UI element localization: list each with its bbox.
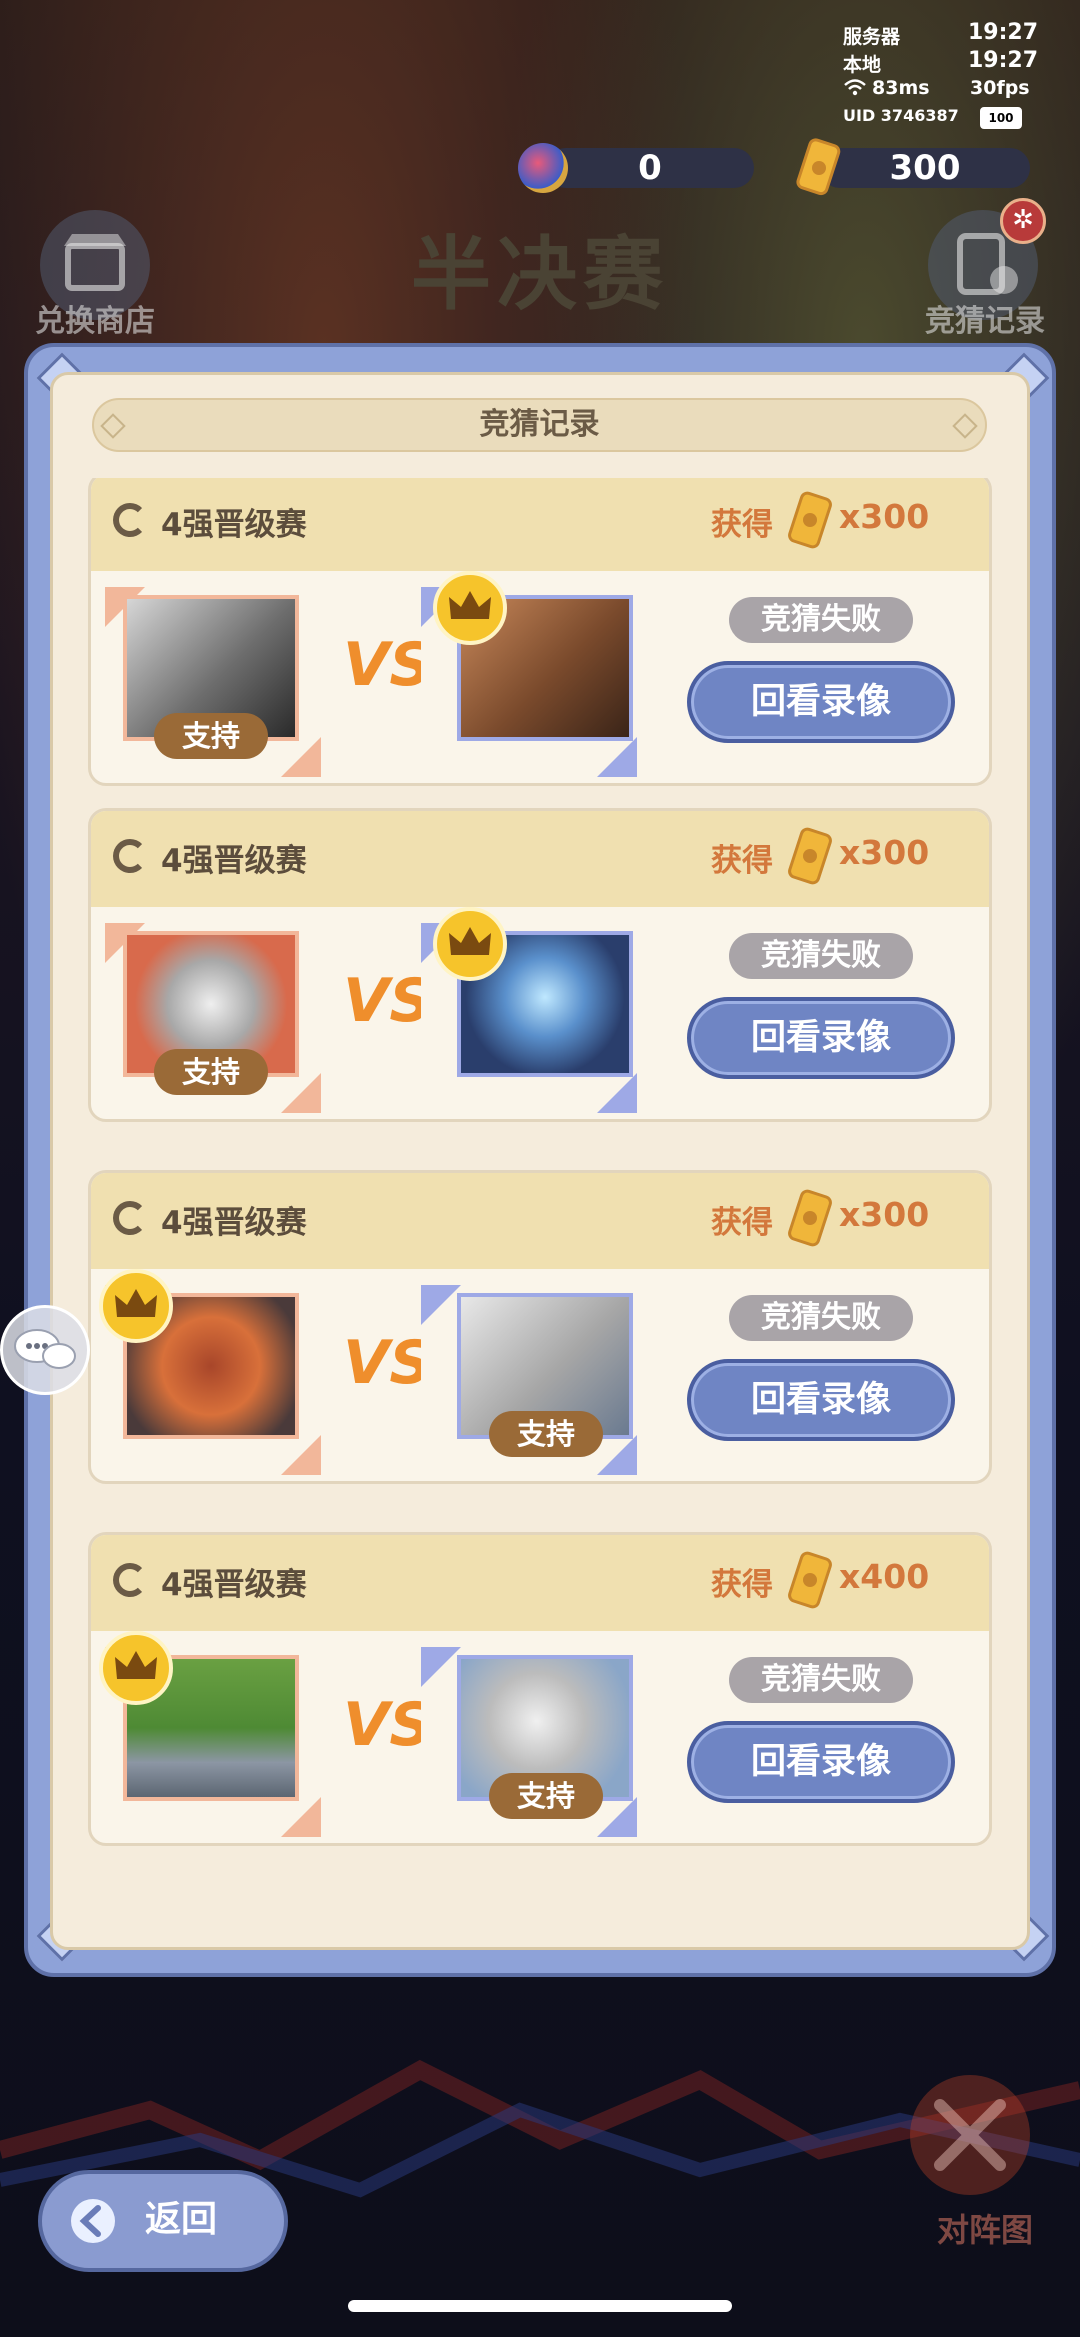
dialog-title: 竞猜记录: [479, 407, 600, 442]
ticket-icon: [796, 138, 841, 196]
local-label: 本地: [843, 54, 882, 76]
server-label: 服务器: [843, 26, 901, 48]
svg-text:VS: VS: [343, 1690, 421, 1760]
home-indicator[interactable]: [348, 2300, 732, 2312]
ticket-icon: [788, 827, 832, 885]
ticket-icon: [788, 1551, 832, 1609]
guess-result-badge: 竞猜失败: [729, 933, 913, 979]
reward-amount: x300: [839, 833, 930, 872]
back-label[interactable]: 返回: [145, 2190, 217, 2242]
wifi-icon: [844, 79, 866, 96]
reward-label: 获得: [711, 1567, 773, 1603]
round-icon: [113, 839, 147, 873]
replay-button[interactable]: 回看录像: [687, 997, 955, 1079]
record-card: 4强晋级赛 获得 x300 支持 VS 竞猜失败 回看录像: [88, 478, 992, 786]
round-icon: [113, 1201, 147, 1235]
stage-title: 半决赛: [411, 228, 669, 321]
ticket-icon: [788, 1189, 832, 1247]
record-card: 4强晋级赛 获得 x300 支持 VS 竞猜失败 回看录像: [88, 808, 992, 1122]
gem-icon: [518, 143, 568, 193]
fps-value: 30fps: [970, 77, 1030, 99]
shop-label[interactable]: 兑换商店: [20, 296, 170, 340]
chat-icon: [14, 1329, 76, 1369]
back-arrow-icon: [71, 2199, 115, 2243]
record-card: 4强晋级赛 获得 x300 VS 支持 竞猜失败 回看录像: [88, 1170, 992, 1484]
round-name: 4强晋级赛: [161, 507, 307, 543]
support-badge: 支持: [154, 713, 268, 759]
bracket-icon[interactable]: [910, 2075, 1030, 2195]
round-name: 4强晋级赛: [161, 1567, 307, 1603]
gem-counter: 0: [546, 148, 754, 188]
records-list[interactable]: 4强晋级赛 获得 x300 支持 VS 竞猜失败 回看录像 4强晋级赛 获得 x…: [88, 478, 992, 1854]
svg-text:VS: VS: [343, 630, 421, 700]
reward-label: 获得: [711, 843, 773, 879]
vs-icon: VS: [343, 630, 421, 700]
reward-amount: x300: [839, 1195, 930, 1234]
round-icon: [113, 1563, 147, 1597]
reward-amount: x400: [839, 1557, 930, 1596]
reward-amount: x300: [839, 497, 930, 536]
records-label[interactable]: 竞猜记录: [900, 296, 1070, 340]
star-badge-icon: ✲: [1000, 198, 1046, 244]
server-time: 19:27: [968, 20, 1039, 45]
vs-icon: VS: [343, 1690, 421, 1760]
ticket-counter: 300: [820, 148, 1030, 188]
replay-button[interactable]: 回看录像: [687, 1359, 955, 1441]
vs-icon: VS: [343, 966, 421, 1036]
round-name: 4强晋级赛: [161, 843, 307, 879]
support-badge: 支持: [154, 1049, 268, 1095]
replay-button[interactable]: 回看录像: [687, 1721, 955, 1803]
vs-icon: VS: [343, 1328, 421, 1398]
guess-result-badge: 竞猜失败: [729, 1657, 913, 1703]
bracket-label[interactable]: 对阵图: [920, 2205, 1050, 2251]
svg-text:VS: VS: [343, 966, 421, 1036]
round-name: 4强晋级赛: [161, 1205, 307, 1241]
crown-icon: [99, 1269, 173, 1343]
chat-button[interactable]: [0, 1305, 90, 1395]
crown-icon: [99, 1631, 173, 1705]
support-badge: 支持: [489, 1773, 603, 1819]
ping-value: 83ms: [872, 77, 930, 99]
round-icon: [113, 503, 147, 537]
uid-label: UID 3746387: [843, 106, 959, 125]
local-time: 19:27: [968, 48, 1039, 73]
crown-icon: [433, 907, 507, 981]
replay-button[interactable]: 回看录像: [687, 661, 955, 743]
ticket-icon: [788, 491, 832, 549]
guess-result-badge: 竞猜失败: [729, 597, 913, 643]
record-card: 4强晋级赛 获得 x400 VS 支持 竞猜失败 回看录像: [88, 1532, 992, 1846]
reward-label: 获得: [711, 1205, 773, 1241]
reward-label: 获得: [711, 507, 773, 543]
crown-icon: [433, 571, 507, 645]
svg-text:VS: VS: [343, 1328, 421, 1398]
guess-result-badge: 竞猜失败: [729, 1295, 913, 1341]
support-badge: 支持: [489, 1411, 603, 1457]
battery-icon: 100: [980, 107, 1022, 129]
